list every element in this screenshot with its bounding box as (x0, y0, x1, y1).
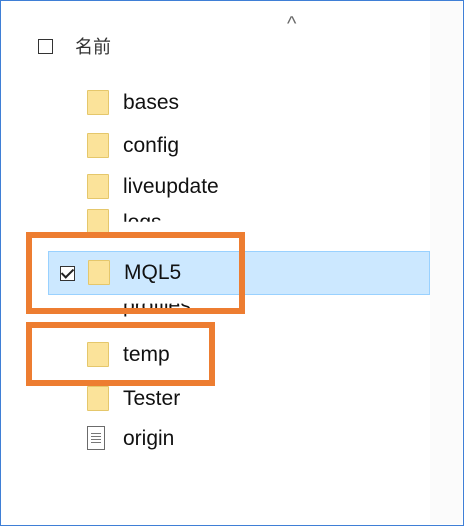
list-item-temp[interactable]: temp (48, 336, 430, 374)
item-label: temp (123, 343, 170, 366)
item-label: bases (123, 91, 180, 114)
column-header-name[interactable]: 名前 (38, 33, 111, 59)
select-all-checkbox[interactable] (38, 38, 53, 54)
list-item-logs[interactable]: logs (48, 203, 430, 234)
name-column-label: 名前 (75, 37, 111, 57)
list-item-bases[interactable]: bases (48, 84, 430, 122)
list-item-profiles[interactable]: profiles (48, 299, 430, 319)
item-label: Tester (123, 387, 181, 410)
folder-icon (87, 90, 109, 115)
list-item-mql5[interactable]: MQL5 (48, 251, 430, 295)
list-item-liveupdate[interactable]: liveupdate (48, 168, 430, 206)
folder-icon (87, 342, 109, 367)
document-icon (87, 426, 105, 450)
item-checkbox[interactable] (60, 265, 75, 281)
list-item-origin[interactable]: origin (48, 420, 430, 458)
item-label: logs (123, 211, 162, 234)
sort-arrow-icon[interactable]: ^ (287, 14, 296, 34)
item-label: config (123, 134, 180, 157)
folder-icon (87, 133, 109, 158)
folder-icon (87, 209, 109, 234)
folder-icon (87, 386, 109, 411)
item-label: MQL5 (124, 261, 182, 284)
folder-icon (88, 260, 110, 285)
scroll-area[interactable] (430, 1, 462, 524)
list-item-tester[interactable]: Tester (48, 380, 430, 418)
item-label: liveupdate (123, 175, 219, 198)
item-label: origin (123, 427, 175, 450)
folder-icon (87, 174, 109, 199)
list-item-config[interactable]: config (48, 127, 430, 165)
